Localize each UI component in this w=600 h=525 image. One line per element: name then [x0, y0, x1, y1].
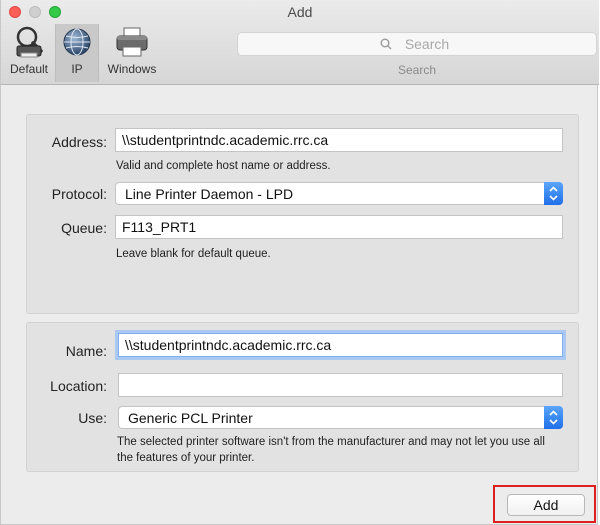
window-title: Add — [287, 4, 313, 20]
toolbar-default-label: Default — [9, 62, 49, 76]
toolbar-windows-label: Windows — [107, 62, 157, 76]
name-field[interactable] — [118, 333, 563, 357]
connection-panel: Address: Valid and complete host name or… — [26, 114, 579, 314]
use-hint: The selected printer software isn't from… — [117, 436, 545, 464]
protocol-popup[interactable]: Line Printer Daemon - LPD — [115, 182, 563, 205]
add-printer-window: Add Default IP Windows Search Search Add… — [0, 0, 599, 525]
protocol-value: Line Printer Daemon - LPD — [125, 186, 294, 202]
protocol-label: Protocol: — [51, 186, 107, 202]
queue-label: Queue: — [61, 220, 107, 236]
address-field[interactable] — [115, 128, 563, 152]
add-button[interactable]: Add — [507, 494, 585, 516]
default-printer-icon — [16, 26, 43, 58]
name-label: Name: — [65, 343, 107, 359]
popup-arrows-icon — [544, 182, 563, 205]
popup-arrows-icon — [544, 406, 563, 429]
search-input[interactable] — [238, 33, 596, 55]
location-field[interactable] — [118, 373, 563, 397]
add-button-highlight: Add — [493, 485, 596, 523]
windows-printer-icon — [116, 27, 148, 57]
search-label: Search — [397, 63, 437, 77]
toolbar: Add Default IP Windows Search Search — [1, 0, 599, 85]
address-label: Address: — [51, 134, 107, 150]
use-label: Use: — [78, 410, 107, 426]
printer-details-panel: Name: Location: Use: Generic PCL Printer… — [26, 322, 579, 472]
address-hint: Valid and complete host name or address. — [116, 160, 331, 172]
use-popup[interactable]: Generic PCL Printer — [118, 406, 563, 429]
toolbar-ip-label: IP — [71, 62, 83, 76]
toolbar-default-button[interactable]: Default — [5, 24, 53, 82]
use-value: Generic PCL Printer — [128, 410, 253, 426]
toolbar-ip-button[interactable]: IP — [55, 24, 99, 82]
search-field[interactable] — [237, 32, 597, 56]
location-label: Location: — [50, 378, 107, 394]
queue-hint: Leave blank for default queue. — [116, 248, 271, 260]
globe-icon — [63, 28, 91, 56]
toolbar-windows-button[interactable]: Windows — [101, 24, 163, 82]
queue-field[interactable] — [115, 215, 563, 239]
